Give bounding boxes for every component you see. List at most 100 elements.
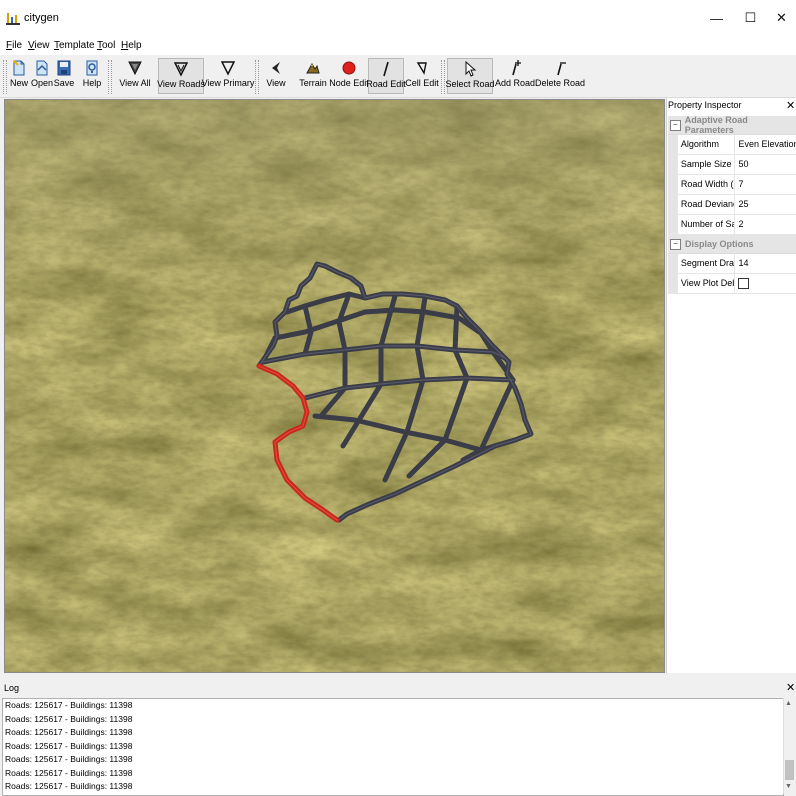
property-row[interactable]: Number of Samples2 bbox=[668, 215, 796, 235]
view-primary-icon bbox=[221, 61, 235, 76]
property-value[interactable]: 14 bbox=[735, 254, 796, 273]
menu-file[interactable]: File bbox=[6, 40, 22, 51]
view-roads-button[interactable]: View Roads bbox=[157, 58, 205, 94]
new-button[interactable]: New bbox=[9, 58, 29, 94]
row-gutter bbox=[668, 155, 678, 174]
add-road-icon bbox=[512, 60, 521, 76]
terrain-button[interactable]: Terrain bbox=[298, 58, 328, 94]
delete-road-button[interactable]: Delete Road bbox=[534, 58, 586, 94]
property-row[interactable]: AlgorithmEven Elevation Dif bbox=[668, 135, 796, 155]
scroll-thumb[interactable] bbox=[785, 760, 794, 780]
node-edit-button[interactable]: Node Edit bbox=[329, 58, 369, 94]
node-edit-label: Node Edit bbox=[329, 78, 369, 88]
view-all-icon bbox=[128, 61, 142, 76]
help-button[interactable]: Help bbox=[82, 58, 102, 94]
title-bar bbox=[0, 0, 796, 36]
property-value[interactable]: 25 bbox=[735, 195, 796, 214]
property-value[interactable]: 2 bbox=[735, 215, 796, 234]
save-label: Save bbox=[53, 78, 75, 88]
help-label: Help bbox=[82, 78, 102, 88]
menu-tool-rest: ool bbox=[102, 40, 116, 51]
menu-help-rest: elp bbox=[128, 40, 142, 51]
scroll-down-icon[interactable]: ▼ bbox=[785, 783, 792, 790]
save-button[interactable]: Save bbox=[54, 58, 74, 94]
group-label: Adaptive Road Parameters bbox=[684, 115, 748, 135]
delete-road-label: Delete Road bbox=[534, 78, 586, 88]
menu-tool[interactable]: Tool bbox=[97, 40, 115, 51]
scroll-up-icon[interactable]: ▲ bbox=[785, 700, 792, 707]
property-row[interactable]: Segment Draw Size14 bbox=[668, 254, 796, 274]
property-name: Sample Size (m) bbox=[678, 155, 736, 174]
log-line: Roads: 125617 - Buildings: 11398 bbox=[5, 700, 133, 710]
log-line: Roads: 125617 - Buildings: 11398 bbox=[5, 713, 133, 724]
row-gutter bbox=[668, 135, 678, 154]
collapse-icon[interactable]: − bbox=[670, 238, 681, 250]
menu-view[interactable]: View bbox=[28, 40, 50, 51]
new-icon bbox=[13, 60, 25, 76]
maximize-button[interactable]: ☐ bbox=[734, 0, 767, 36]
property-name: View Plot Debug bbox=[678, 274, 736, 293]
view-label: View bbox=[266, 78, 286, 88]
menu-help[interactable]: Help bbox=[121, 40, 142, 51]
red-node-icon bbox=[342, 61, 356, 75]
view-all-label: View All bbox=[119, 78, 151, 88]
menu-template[interactable]: Template bbox=[54, 40, 95, 51]
property-row[interactable]: Road Width (m)7 bbox=[668, 175, 796, 195]
terrain-label: Terrain bbox=[299, 78, 327, 88]
view-primary-button[interactable]: View Primary bbox=[202, 58, 254, 94]
group-label: Display Options bbox=[685, 239, 754, 249]
log-line: Roads: 125617 - Buildings: 11398 bbox=[5, 781, 133, 791]
cell-edit-button[interactable]: Cell Edit bbox=[405, 58, 439, 94]
log-output[interactable]: Roads: 125617 - Buildings: 11398 Roads: … bbox=[2, 698, 784, 796]
menu-template-rest: emplate bbox=[59, 40, 95, 51]
log-line: Roads: 125617 - Buildings: 11398 bbox=[5, 754, 133, 764]
log-title: Log bbox=[4, 683, 20, 693]
property-name: Road Deviance bbox=[678, 195, 736, 214]
3d-viewport[interactable] bbox=[4, 99, 665, 673]
view-roads-label: View Roads bbox=[157, 79, 205, 89]
close-button[interactable]: ✕ bbox=[765, 0, 796, 36]
view-plot-debug-checkbox[interactable] bbox=[738, 278, 750, 290]
view-button[interactable]: View bbox=[262, 58, 290, 94]
open-button[interactable]: Open bbox=[31, 58, 53, 94]
inspector-close-button[interactable]: ✕ bbox=[786, 99, 795, 112]
add-road-button[interactable]: Add Road bbox=[495, 58, 535, 94]
property-inspector-title: Property Inspector bbox=[668, 100, 742, 110]
select-road-button[interactable]: Select Road bbox=[445, 58, 495, 94]
log-line: Roads: 125617 - Buildings: 11398 bbox=[5, 767, 133, 778]
property-name: Segment Draw Size bbox=[678, 254, 736, 273]
window-title: citygen bbox=[24, 12, 59, 24]
cursor-icon bbox=[272, 62, 280, 74]
new-label: New bbox=[9, 78, 28, 88]
log-close-button[interactable]: ✕ bbox=[786, 681, 795, 694]
minimize-button[interactable]: — bbox=[700, 0, 733, 36]
property-value[interactable]: Even Elevation Dif bbox=[735, 135, 796, 154]
group-adaptive-road-parameters[interactable]: − Adaptive Road Parameters bbox=[668, 115, 796, 135]
property-value[interactable]: 7 bbox=[735, 175, 796, 194]
property-row[interactable]: Road Deviance25 bbox=[668, 195, 796, 215]
log-line: Roads: 125617 - Buildings: 11398 bbox=[5, 740, 133, 751]
view-primary-label: View Primary bbox=[201, 78, 255, 88]
property-row[interactable]: View Plot Debug bbox=[668, 274, 796, 294]
collapse-icon[interactable]: − bbox=[670, 119, 681, 131]
road-edit-button[interactable]: Road Edit bbox=[366, 58, 406, 94]
property-row[interactable]: Sample Size (m)50 bbox=[668, 155, 796, 175]
save-icon bbox=[57, 60, 71, 76]
toolbar-grip[interactable] bbox=[3, 60, 7, 94]
view-all-button[interactable]: View All bbox=[118, 58, 152, 94]
select-road-icon bbox=[465, 61, 477, 77]
toolbar-grip[interactable] bbox=[255, 60, 259, 94]
property-value[interactable]: 50 bbox=[735, 155, 796, 174]
group-display-options[interactable]: − Display Options bbox=[668, 235, 796, 254]
view-roads-icon bbox=[174, 62, 188, 77]
property-grid: − Adaptive Road Parameters Algorithm Even… bbox=[668, 115, 796, 294]
property-name: Algorithm bbox=[678, 135, 736, 154]
toolbar-grip[interactable] bbox=[108, 60, 112, 94]
open-label: Open bbox=[30, 78, 54, 88]
select-road-label: Select Road bbox=[445, 79, 495, 89]
cell-edit-label: Cell Edit bbox=[405, 78, 439, 88]
row-gutter bbox=[668, 195, 678, 214]
toolbar-grip[interactable] bbox=[441, 60, 445, 94]
log-line: Roads: 125617 - Buildings: 11398 bbox=[5, 727, 133, 737]
help-icon bbox=[86, 60, 98, 76]
